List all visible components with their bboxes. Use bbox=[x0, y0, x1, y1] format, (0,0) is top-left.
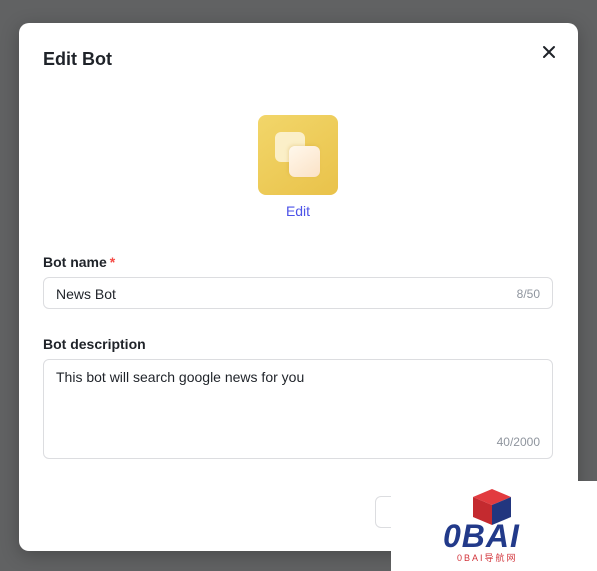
bot-name-label-text: Bot name bbox=[43, 254, 107, 270]
bot-description-counter: 40/2000 bbox=[496, 435, 540, 449]
bot-description-value: This bot will search google news for you bbox=[56, 369, 305, 385]
watermark-logo: 0BAI 0BAI导航网 bbox=[391, 481, 597, 571]
bot-name-counter: 8/50 bbox=[516, 287, 540, 301]
watermark-subtext: 0BAI导航网 bbox=[457, 553, 518, 563]
dialog-title: Edit Bot bbox=[43, 49, 112, 69]
watermark-text: 0BAI bbox=[443, 518, 520, 554]
edit-avatar-link[interactable]: Edit bbox=[258, 203, 338, 219]
bot-name-input[interactable]: News Bot 8/50 bbox=[43, 277, 553, 309]
bot-description-textarea[interactable]: This bot will search google news for you… bbox=[43, 359, 553, 459]
avatar-shape-front bbox=[289, 146, 320, 177]
close-button[interactable] bbox=[539, 42, 559, 62]
close-icon bbox=[543, 46, 555, 58]
edit-bot-dialog: Edit Bot Edit Bot name * News Bot 8/50 Bo… bbox=[19, 23, 578, 551]
required-mark: * bbox=[109, 254, 116, 270]
bot-name-label: Bot name * bbox=[43, 254, 115, 270]
bot-name-value: News Bot bbox=[56, 286, 116, 302]
bot-avatar[interactable] bbox=[258, 115, 338, 195]
bot-description-label: Bot description bbox=[43, 336, 146, 352]
